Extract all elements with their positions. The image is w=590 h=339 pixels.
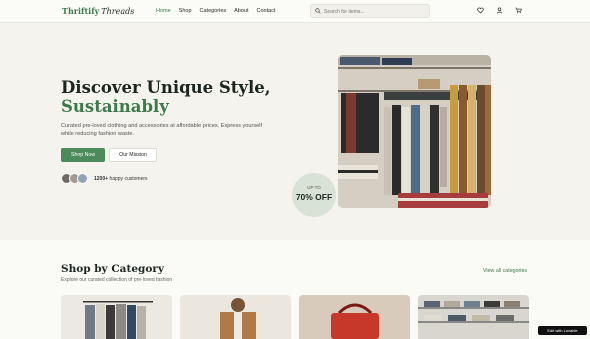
heart-icon[interactable]: [477, 7, 484, 14]
edit-with-lovable-badge[interactable]: Edit with Lovable: [538, 326, 587, 335]
section-subtitle: Explore our curated collection of pre-lo…: [61, 277, 173, 283]
customers-count: 1200+: [94, 176, 109, 182]
main-nav: Home Shop Categories About Contact: [156, 8, 275, 14]
nav-categories[interactable]: Categories: [200, 8, 227, 14]
logo-sub: Threads: [101, 7, 135, 16]
section-title: Shop by Category: [61, 263, 164, 275]
shop-now-button[interactable]: Shop Now: [61, 148, 105, 162]
logo-brand: Thriftify: [62, 6, 100, 16]
hero-description: Curated pre-loved clothing and accessori…: [61, 123, 263, 137]
hero-image-closet: [338, 55, 491, 208]
site-header: Thriftify Threads Home Shop Categories Ab…: [0, 0, 590, 23]
customers-label: happy customers: [109, 176, 148, 182]
nav-about[interactable]: About: [234, 8, 248, 14]
category-card[interactable]: [180, 295, 291, 339]
badge-up-to: UP TO: [307, 185, 321, 190]
nav-shop[interactable]: Shop: [179, 8, 192, 14]
badge-discount: 70% OFF: [295, 192, 333, 202]
customer-avatars: [61, 173, 91, 184]
hero-title-line1: Discover Unique Style,: [61, 78, 271, 97]
hero-title: Discover Unique Style, Sustainably: [61, 78, 271, 116]
happy-customers: 1200+ happy customers: [94, 176, 148, 182]
user-icon[interactable]: [496, 7, 503, 14]
category-card[interactable]: [61, 295, 172, 339]
category-card[interactable]: [299, 295, 410, 339]
logo[interactable]: Thriftify Threads: [62, 6, 134, 16]
discount-badge: UP TO 70% OFF: [292, 173, 336, 217]
category-card[interactable]: [418, 295, 529, 339]
nav-home[interactable]: Home: [156, 8, 171, 14]
search-icon: [315, 8, 321, 14]
our-mission-button[interactable]: Our Mission: [109, 148, 157, 162]
view-all-categories-link[interactable]: View all categories: [483, 268, 527, 274]
nav-contact[interactable]: Contact: [257, 8, 276, 14]
search-box[interactable]: Search for items...: [310, 4, 430, 18]
cart-icon[interactable]: [515, 7, 522, 14]
avatar: [77, 173, 88, 184]
search-input[interactable]: Search for items...: [324, 9, 365, 15]
hero-title-line2: Sustainably: [61, 97, 169, 116]
